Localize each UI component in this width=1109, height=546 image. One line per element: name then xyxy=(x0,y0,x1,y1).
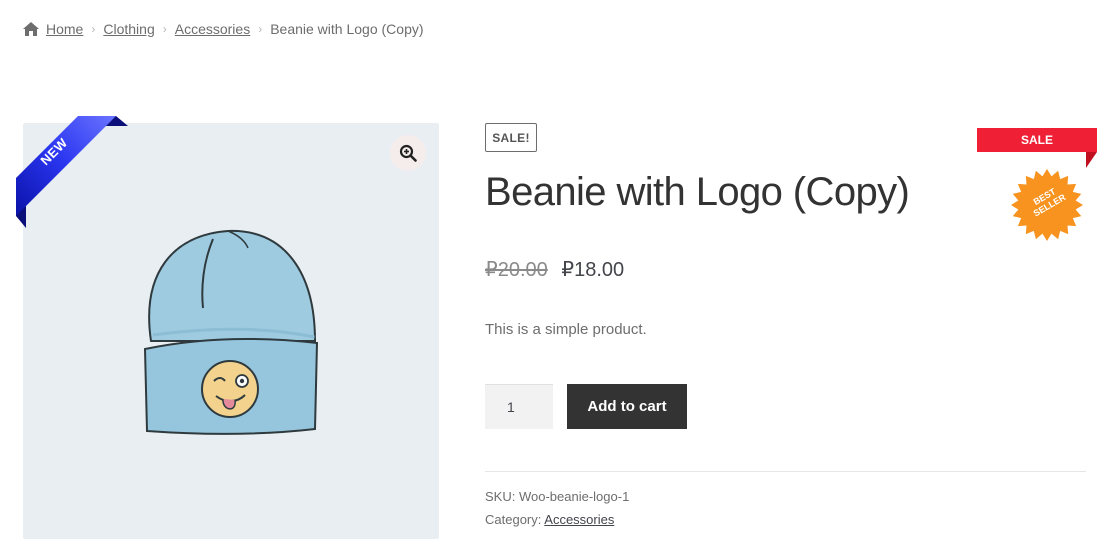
breadcrumb-home-link[interactable]: Home xyxy=(46,21,83,37)
divider xyxy=(485,471,1086,472)
magnifier-plus-icon xyxy=(399,144,417,162)
category-line: Category: Accessories xyxy=(485,512,614,527)
sale-corner-fold xyxy=(1086,152,1097,168)
breadcrumb-current: Beanie with Logo (Copy) xyxy=(270,21,424,37)
chevron-right-icon: › xyxy=(258,22,263,36)
ribbon-graphic xyxy=(16,116,128,228)
home-icon xyxy=(23,22,39,36)
sku-value: Woo-beanie-logo-1 xyxy=(518,489,630,504)
breadcrumb-accessories-link[interactable]: Accessories xyxy=(175,21,250,37)
original-price: ₽20.00 xyxy=(485,259,548,281)
sale-corner-label: SALE xyxy=(977,128,1097,152)
sale-price: ₽18.00 xyxy=(561,259,625,281)
breadcrumb-clothing-link[interactable]: Clothing xyxy=(103,21,154,37)
best-seller-badge: BEST SELLER xyxy=(1010,168,1084,242)
quantity-input[interactable] xyxy=(485,384,553,429)
zoom-button[interactable] xyxy=(390,135,426,171)
product-page: Home › Clothing › Accessories › Beanie w… xyxy=(0,0,1109,546)
product-short-description: This is a simple product. xyxy=(485,321,647,338)
chevron-right-icon: › xyxy=(91,22,96,36)
product-price: ₽20.00 ₽18.00 xyxy=(485,257,624,282)
add-to-cart-button[interactable]: Add to cart xyxy=(567,384,687,429)
category-label: Category: xyxy=(485,512,542,527)
sale-corner-badge: SALE xyxy=(977,128,1097,168)
product-title: Beanie with Logo (Copy) xyxy=(485,170,910,214)
breadcrumb: Home › Clothing › Accessories › Beanie w… xyxy=(23,21,424,37)
new-ribbon: NEW xyxy=(16,116,131,231)
category-link[interactable]: Accessories xyxy=(544,512,614,527)
sku-label: SKU: xyxy=(485,489,516,504)
sale-badge: SALE! xyxy=(485,123,537,152)
sku-line: SKU: Woo-beanie-logo-1 xyxy=(485,489,629,504)
chevron-right-icon: › xyxy=(162,22,167,36)
